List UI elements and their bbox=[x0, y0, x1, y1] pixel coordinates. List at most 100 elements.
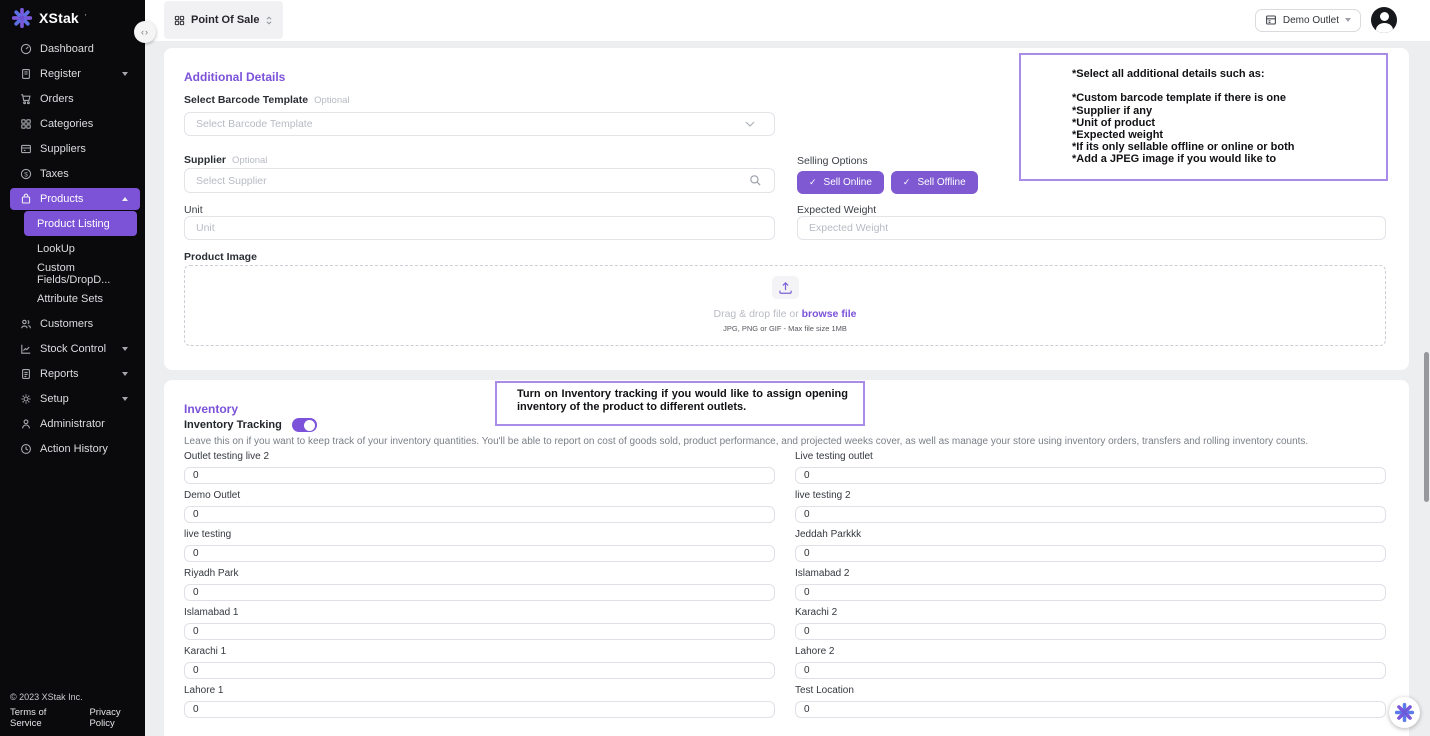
unit-input[interactable] bbox=[184, 216, 775, 240]
sidebar-item-stock-control[interactable]: Stock Control bbox=[0, 336, 145, 361]
sidebar-item-products[interactable]: Products bbox=[10, 188, 140, 210]
xstak-flower-icon bbox=[1394, 702, 1415, 723]
outlet-field: live testing 2 bbox=[795, 490, 1386, 523]
browse-file-link[interactable]: browse file bbox=[802, 308, 857, 320]
outlet-label: Outlet testing live 2 bbox=[184, 451, 775, 462]
chevron-down-icon bbox=[122, 347, 128, 351]
sidebar-item-suppliers[interactable]: Suppliers bbox=[0, 136, 145, 161]
sidebar-item-categories[interactable]: Categories bbox=[0, 111, 145, 136]
terms-of-service-link[interactable]: Terms of Service bbox=[10, 707, 76, 729]
inventory-tracking-toggle[interactable] bbox=[292, 418, 317, 432]
chevron-down-icon bbox=[1345, 18, 1351, 22]
outlet-quantity-input[interactable] bbox=[184, 623, 775, 640]
sidebar-subitem-product-listing[interactable]: Product Listing bbox=[24, 211, 137, 236]
chevron-down-icon bbox=[122, 72, 128, 76]
outlet-field: Jeddah Parkkk bbox=[795, 529, 1386, 562]
sidebar-item-orders[interactable]: Orders bbox=[0, 86, 145, 111]
users-icon bbox=[20, 318, 32, 330]
outlet-quantity-input[interactable] bbox=[184, 584, 775, 601]
outlet-field: Riyadh Park bbox=[184, 568, 775, 601]
product-image-dropzone[interactable]: Drag & drop file or browse file JPG, PNG… bbox=[184, 265, 1386, 346]
supplier-icon bbox=[20, 143, 32, 155]
sidebar-subitem-label: Attribute Sets bbox=[37, 293, 103, 305]
sidebar-item-reports[interactable]: Reports bbox=[0, 361, 145, 386]
sidebar-item-label: Customers bbox=[40, 318, 93, 330]
outlet-field: live testing bbox=[184, 529, 775, 562]
outlet-quantity-input[interactable] bbox=[184, 662, 775, 679]
outlet-quantity-input[interactable] bbox=[795, 662, 1386, 679]
svg-text:$: $ bbox=[24, 171, 28, 178]
vertical-scrollbar[interactable] bbox=[1424, 352, 1429, 502]
chevron-up-icon bbox=[122, 197, 128, 201]
xstak-flower-icon bbox=[11, 7, 33, 29]
sell-offline-button[interactable]: ✓ Sell Offline bbox=[891, 171, 978, 194]
outlet-quantity-input[interactable] bbox=[184, 701, 775, 718]
product-image-label: Product Image bbox=[184, 251, 257, 263]
outlet-field: Lahore 1 bbox=[184, 685, 775, 718]
outlet-label: live testing 2 bbox=[795, 490, 1386, 501]
sidebar-subitem-attribute-sets[interactable]: Attribute Sets bbox=[0, 286, 145, 311]
sidebar-item-action-history[interactable]: Action History bbox=[0, 436, 145, 461]
collapse-arrows-icon: ‹› bbox=[141, 27, 149, 37]
copyright-text: © 2023 XStak Inc. bbox=[10, 692, 145, 702]
grid-icon bbox=[20, 118, 32, 130]
outlet-quantity-input[interactable] bbox=[184, 545, 775, 562]
sidebar-subitem-custom-fields[interactable]: Custom Fields/DropD... bbox=[0, 261, 145, 286]
sidebar-item-customers[interactable]: Customers bbox=[0, 311, 145, 336]
outlet-quantity-input[interactable] bbox=[795, 584, 1386, 601]
outlet-field: Outlet testing live 2 bbox=[184, 451, 775, 484]
user-avatar[interactable] bbox=[1371, 7, 1397, 33]
person-icon bbox=[20, 418, 32, 430]
sidebar-item-label: Reports bbox=[40, 368, 79, 380]
page: { "brand": { "name": "XStak" }, "topbar"… bbox=[0, 0, 1430, 736]
sell-online-button[interactable]: ✓ Sell Online bbox=[797, 171, 884, 194]
topbar-actions: Demo Outlet bbox=[1255, 7, 1397, 33]
outlet-field: Karachi 2 bbox=[795, 607, 1386, 640]
outlet-field: Test Location bbox=[795, 685, 1386, 718]
outlet-selector-label: Demo Outlet bbox=[1283, 15, 1339, 26]
barcode-template-label: Select Barcode TemplateOptional bbox=[184, 94, 350, 106]
optional-badge: Optional bbox=[232, 155, 267, 166]
outlet-icon bbox=[1265, 14, 1277, 26]
outlet-quantity-grid: Outlet testing live 2 Live testing outle… bbox=[184, 451, 1386, 718]
outlet-quantity-input[interactable] bbox=[795, 701, 1386, 718]
brand-trademark: ' bbox=[85, 13, 87, 22]
outlet-quantity-input[interactable] bbox=[184, 467, 775, 484]
inventory-tracking-label: Inventory Tracking bbox=[184, 419, 282, 431]
outlet-quantity-input[interactable] bbox=[795, 623, 1386, 640]
sidebar-item-setup[interactable]: Setup bbox=[0, 386, 145, 411]
sidebar-footer: © 2023 XStak Inc. Terms of Service Priva… bbox=[10, 692, 145, 729]
outlet-quantity-input[interactable] bbox=[795, 545, 1386, 562]
sidebar-item-taxes[interactable]: $ Taxes bbox=[0, 161, 145, 186]
expected-weight-input[interactable] bbox=[797, 216, 1386, 240]
outlet-field: Live testing outlet bbox=[795, 451, 1386, 484]
outlet-quantity-input[interactable] bbox=[795, 506, 1386, 523]
workspace-switcher[interactable]: Point Of Sale bbox=[164, 1, 283, 39]
sidebar-subitem-lookup[interactable]: LookUp bbox=[0, 236, 145, 261]
barcode-template-select[interactable] bbox=[184, 112, 775, 136]
outlet-label: Karachi 2 bbox=[795, 607, 1386, 618]
outlet-quantity-input[interactable] bbox=[184, 506, 775, 523]
sidebar-item-dashboard[interactable]: Dashboard bbox=[0, 36, 145, 61]
chat-widget-button[interactable] bbox=[1389, 697, 1420, 728]
outlet-label: Lahore 2 bbox=[795, 646, 1386, 657]
sidebar: XStak' Dashboard Register Orders Categor… bbox=[0, 0, 145, 736]
section-heading-additional-details: Additional Details bbox=[184, 70, 285, 84]
inventory-card: Inventory Inventory Tracking Leave this … bbox=[164, 380, 1409, 736]
privacy-policy-link[interactable]: Privacy Policy bbox=[89, 707, 145, 729]
dropzone-hint: JPG, PNG or GIF - Max file size 1MB bbox=[185, 324, 1385, 333]
sidebar-item-register[interactable]: Register bbox=[0, 61, 145, 86]
inventory-description: Leave this on if you want to keep track … bbox=[184, 436, 1308, 447]
outlet-field: Lahore 2 bbox=[795, 646, 1386, 679]
supplier-search-input[interactable] bbox=[184, 168, 775, 193]
sidebar-collapse-button[interactable]: ‹› bbox=[134, 21, 156, 43]
sidebar-menu: Dashboard Register Orders Categories Sup… bbox=[0, 36, 145, 461]
outlet-quantity-input[interactable] bbox=[795, 467, 1386, 484]
outlet-field: Islamabad 2 bbox=[795, 568, 1386, 601]
outlet-selector[interactable]: Demo Outlet bbox=[1255, 9, 1361, 32]
sidebar-item-administrator[interactable]: Administrator bbox=[0, 411, 145, 436]
report-icon bbox=[20, 368, 32, 380]
sidebar-subitem-label: Product Listing bbox=[37, 218, 110, 230]
section-heading-inventory: Inventory bbox=[184, 402, 238, 416]
dropzone-text: Drag & drop file or browse file bbox=[185, 308, 1385, 320]
